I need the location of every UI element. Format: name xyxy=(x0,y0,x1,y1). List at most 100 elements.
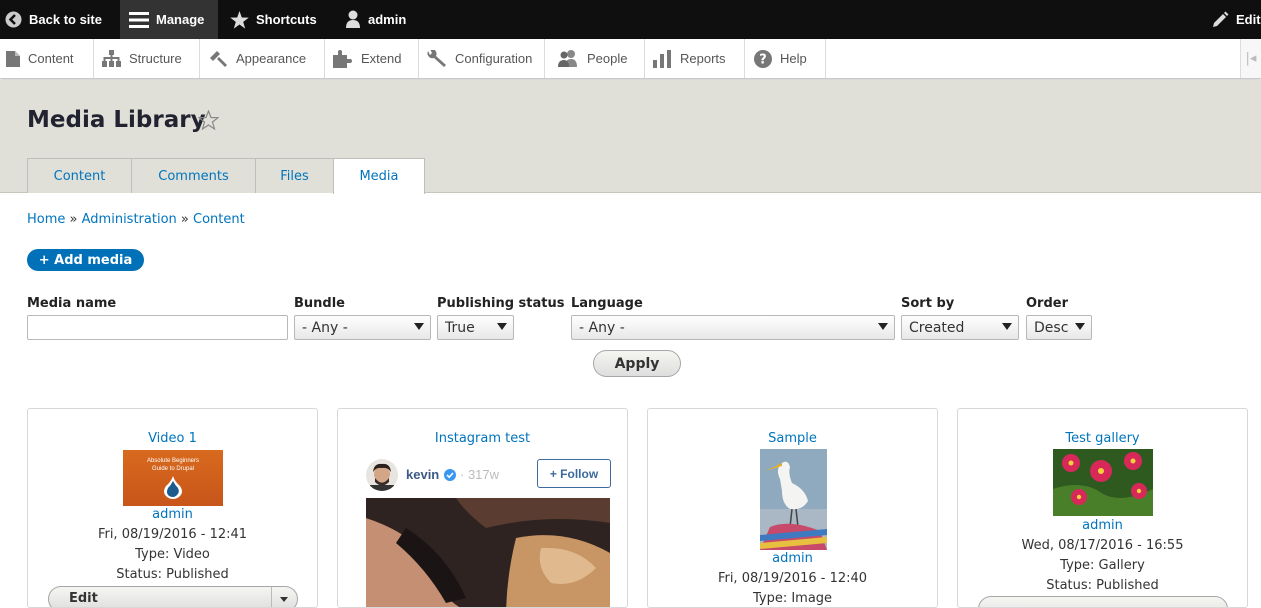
media-title-link[interactable]: Test gallery xyxy=(958,431,1247,446)
gallery-thumbnail[interactable] xyxy=(1053,449,1153,516)
media-type: Type: Image xyxy=(752,591,833,606)
tray-item-reports[interactable]: Reports xyxy=(645,39,745,78)
breadcrumb-content[interactable]: Content xyxy=(193,212,245,227)
edit-toggle[interactable]: Edit xyxy=(1211,0,1261,39)
tray-item-label: Extend xyxy=(361,51,402,66)
heron-photo xyxy=(760,449,827,550)
tray-item-extend[interactable]: Extend xyxy=(325,39,419,78)
tray-item-appearance[interactable]: Appearance xyxy=(200,39,325,78)
tray-orientation-toggle[interactable]: |◂ xyxy=(1240,39,1261,78)
thumbnail-text: Guide to Drupal xyxy=(151,466,195,472)
tray-item-label: Help xyxy=(780,51,807,66)
dropdown-arrow-icon xyxy=(878,323,888,330)
tray-item-help[interactable]: ? Help xyxy=(745,39,826,78)
language-value: - Any - xyxy=(579,319,625,336)
star-icon xyxy=(230,10,249,29)
media-card-instagram: Instagram test kevin · 317w + Follow xyxy=(337,408,628,608)
breadcrumb-home[interactable]: Home xyxy=(27,212,65,227)
drupal-drop-icon xyxy=(164,476,182,499)
media-name-input[interactable] xyxy=(27,315,288,340)
back-to-site-label: Back to site xyxy=(29,12,102,27)
edit-dropbutton[interactable]: Edit xyxy=(48,586,298,607)
sitemap-icon xyxy=(102,50,121,67)
tray-item-people[interactable]: People xyxy=(545,39,645,78)
help-icon: ? xyxy=(754,49,772,68)
back-arrow-icon xyxy=(5,11,22,28)
back-to-site-link[interactable]: Back to site xyxy=(5,0,117,39)
video-thumbnail[interactable]: Absolute Beginners Guide to Drupal xyxy=(123,450,223,506)
bundle-label: Bundle xyxy=(294,296,345,311)
edit-button-label: Edit xyxy=(69,591,98,606)
apply-button[interactable]: Apply xyxy=(593,350,681,377)
media-date: Fri, 08/19/2016 - 12:40 xyxy=(717,571,868,586)
tray-item-structure[interactable]: Structure xyxy=(94,39,200,78)
breadcrumb: Home » Administration » Content xyxy=(27,212,245,227)
user-icon xyxy=(346,10,360,28)
sort-by-select[interactable]: Created xyxy=(901,315,1019,340)
instagram-photo xyxy=(366,498,610,607)
media-date: Fri, 08/19/2016 - 12:41 xyxy=(97,527,248,542)
instagram-username[interactable]: kevin xyxy=(406,467,439,482)
brush-icon xyxy=(210,51,227,67)
language-select[interactable]: - Any - xyxy=(571,315,895,340)
wrench-icon xyxy=(427,49,446,67)
media-card-image: Sample admin Fri, 08/19/2016 - 12:40 Typ… xyxy=(647,408,938,608)
dropdown-arrow-icon xyxy=(1002,323,1012,330)
tray-item-label: Appearance xyxy=(236,51,307,66)
dropdown-arrow-icon xyxy=(1075,323,1085,330)
media-date: Wed, 08/17/2016 - 16:55 xyxy=(1021,538,1184,553)
tray-item-label: People xyxy=(587,51,628,66)
media-card-gallery: Test gallery admin Wed, 08/17/2016 - 16:… xyxy=(957,408,1248,608)
add-media-button[interactable]: + Add media xyxy=(27,249,144,271)
tab-comments[interactable]: Comments xyxy=(131,158,256,193)
order-select[interactable]: Desc xyxy=(1026,315,1092,340)
media-title-link[interactable]: Sample xyxy=(648,431,937,446)
verified-badge-icon xyxy=(444,469,456,481)
dropdown-arrow-icon xyxy=(414,323,424,330)
admin-toolbar: Back to site Manage Shortcuts admin Edit xyxy=(0,0,1261,39)
media-title-link[interactable]: Instagram test xyxy=(338,431,627,446)
dropdown-arrow-icon xyxy=(497,323,507,330)
order-value: Desc xyxy=(1034,319,1069,336)
manage-label: Manage xyxy=(156,12,205,27)
admin-menu-tray: Content Structure Appearance Extend Conf… xyxy=(0,39,1261,79)
avatar xyxy=(366,459,398,491)
instagram-post-header: kevin · 317w + Follow xyxy=(366,459,611,491)
tray-item-content[interactable]: Content xyxy=(0,39,94,78)
page-header: Media Library Content Comments Files Med… xyxy=(0,80,1261,194)
media-author-link[interactable]: admin xyxy=(648,551,937,566)
breadcrumb-administration[interactable]: Administration xyxy=(82,212,177,227)
tab-media[interactable]: Media xyxy=(333,158,425,194)
sort-by-label: Sort by xyxy=(901,296,955,311)
tray-item-label: Structure xyxy=(129,51,182,66)
tray-item-label: Content xyxy=(28,51,74,66)
tab-files[interactable]: Files xyxy=(255,158,334,193)
publishing-status-select[interactable]: True xyxy=(437,315,514,340)
tray-item-configuration[interactable]: Configuration xyxy=(419,39,545,78)
shortcut-star-icon[interactable] xyxy=(198,110,219,130)
user-tab[interactable]: admin xyxy=(345,0,415,39)
instagram-post-image[interactable] xyxy=(366,498,610,607)
tray-item-label: Configuration xyxy=(455,51,533,66)
breadcrumb-separator: » xyxy=(69,212,78,227)
media-type: Type: Video xyxy=(135,547,210,562)
tab-content[interactable]: Content xyxy=(27,158,132,193)
edit-label: Edit xyxy=(1236,12,1261,27)
breadcrumb-separator: » xyxy=(180,212,189,227)
shortcuts-tab[interactable]: Shortcuts xyxy=(230,0,330,39)
media-name-label: Media name xyxy=(27,296,117,311)
media-author-link[interactable]: admin xyxy=(958,518,1247,533)
media-status: Status: Published xyxy=(1046,578,1159,593)
media-title-link[interactable]: Video 1 xyxy=(28,431,317,446)
publishing-status-label: Publishing status xyxy=(437,296,565,311)
bundle-select[interactable]: - Any - xyxy=(294,315,431,340)
language-label: Language xyxy=(571,296,643,311)
image-thumbnail[interactable] xyxy=(760,449,827,550)
follow-button[interactable]: + Follow xyxy=(537,459,611,488)
manage-tab[interactable]: Manage xyxy=(120,0,218,39)
media-author-link[interactable]: admin xyxy=(28,507,317,522)
people-icon xyxy=(558,50,577,67)
hamburger-icon xyxy=(129,11,149,28)
svg-text:?: ? xyxy=(759,52,767,67)
media-status: Status: Published xyxy=(116,567,229,582)
